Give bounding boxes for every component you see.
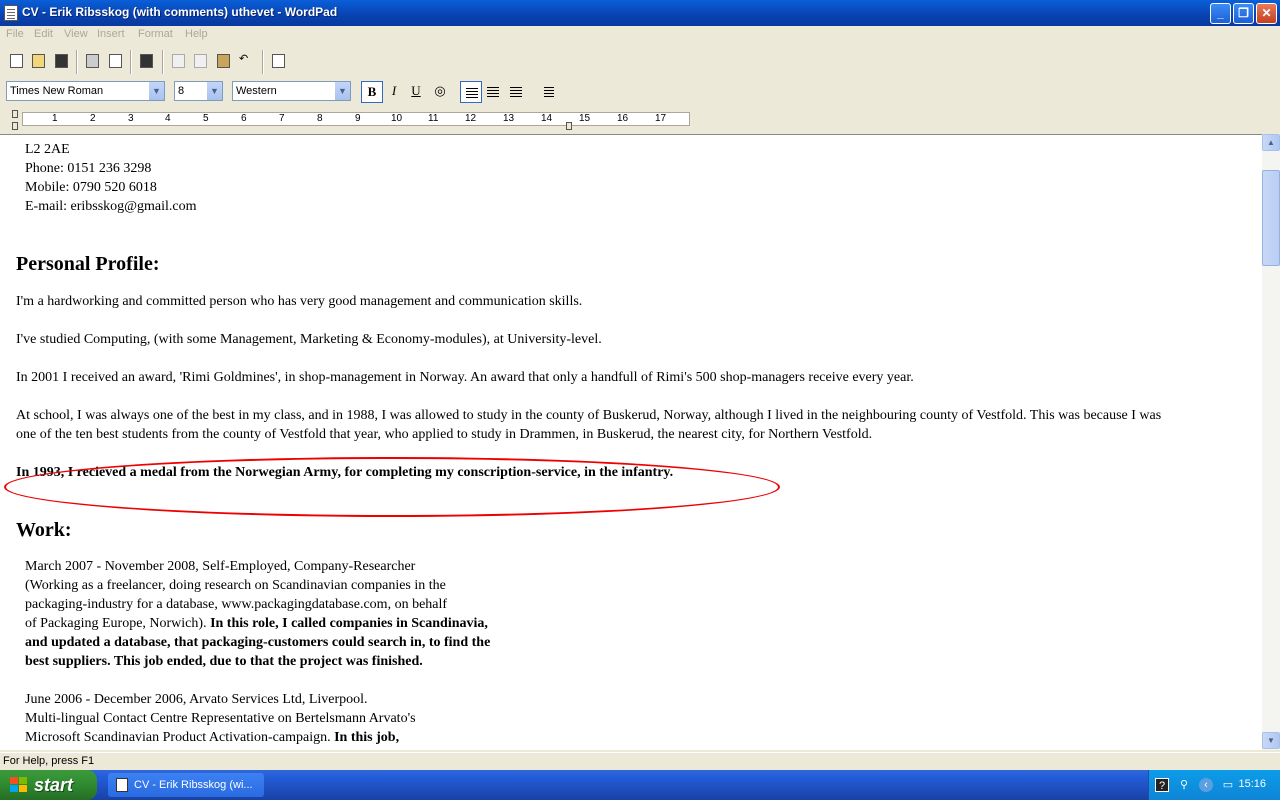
menu-format[interactable]: Format	[138, 28, 173, 40]
vertical-scrollbar[interactable]: ▲ ▼	[1262, 134, 1280, 750]
help-icon[interactable]: ?	[1155, 778, 1169, 792]
menu-file[interactable]: File	[6, 28, 24, 40]
job-line: Multi-lingual Contact Centre Representat…	[25, 711, 416, 726]
menu-edit[interactable]: Edit	[34, 28, 53, 40]
italic-button[interactable]: I	[383, 81, 405, 103]
speaker-icon[interactable]: ▭	[1221, 778, 1235, 792]
ruler-scale: 1 2 3 4 5 6 7 8 9 10 11 12 13 14 15 16 1…	[22, 112, 690, 126]
email-line: E-mail: eribsskog@gmail.com	[25, 199, 197, 214]
job-line: best suppliers. This job ended, due to t…	[25, 654, 423, 669]
maximize-button[interactable]: ❐	[1233, 3, 1254, 24]
taskbar-item-label: CV - Erik Ribsskog (wi...	[134, 779, 253, 791]
profile-paragraph: At school, I was always one of the best …	[16, 408, 1162, 423]
chevron-down-icon[interactable]: ▼	[148, 82, 164, 100]
job-line: March 2007 - November 2008, Self-Employe…	[25, 559, 416, 574]
font-name-value: Times New Roman	[10, 85, 104, 97]
undo-icon[interactable]: ↶	[239, 52, 257, 70]
script-value: Western	[236, 85, 277, 97]
standard-toolbar: ↶	[0, 46, 300, 76]
script-select[interactable]: Western ▼	[232, 81, 351, 101]
clock[interactable]: 15:16	[1238, 778, 1266, 790]
scroll-up-arrow-icon[interactable]: ▲	[1262, 134, 1280, 151]
profile-paragraph: one of the ten best students from the co…	[16, 427, 873, 442]
mobile-line: Mobile: 0790 520 6018	[25, 180, 157, 195]
scroll-down-arrow-icon[interactable]: ▼	[1262, 732, 1280, 749]
minimize-button[interactable]: _	[1210, 3, 1231, 24]
cut-icon[interactable]	[170, 52, 188, 70]
phone-line: Phone: 0151 236 3298	[25, 161, 152, 176]
network-icon[interactable]: ⚲	[1177, 778, 1191, 792]
taskbar-item-wordpad[interactable]: CV - Erik Ribsskog (wi...	[108, 773, 264, 797]
menu-view[interactable]: View	[64, 28, 88, 40]
status-text: For Help, press F1	[3, 755, 95, 767]
address-line: L2 2AE	[25, 142, 70, 157]
color-palette-icon[interactable]: ◎	[429, 81, 451, 103]
chevron-down-icon[interactable]: ▼	[206, 82, 222, 100]
new-document-icon[interactable]	[8, 52, 26, 70]
job-line: of Packaging Europe, Norwich). In this r…	[25, 616, 488, 631]
system-tray: ? ⚲ ‹ ▭ 15:16	[1148, 770, 1280, 800]
format-bar: Times New Roman ▼ 8 ▼ Western ▼ B I U ◎	[0, 77, 570, 105]
print-icon[interactable]	[84, 52, 102, 70]
align-right-icon[interactable]	[505, 81, 527, 103]
work-heading: Work:	[16, 519, 72, 541]
align-center-icon[interactable]	[482, 81, 504, 103]
profile-paragraph: I'm a hardworking and committed person w…	[16, 294, 583, 309]
wordpad-app-icon	[116, 778, 128, 792]
scrollbar-thumb[interactable]	[1262, 170, 1280, 266]
insert-date-time-icon[interactable]	[270, 52, 288, 70]
profile-heading: Personal Profile:	[16, 253, 160, 275]
open-folder-icon[interactable]	[30, 52, 48, 70]
first-line-indent-marker[interactable]	[12, 110, 18, 118]
close-button[interactable]: ✕	[1256, 3, 1277, 24]
menu-insert[interactable]: Insert	[97, 28, 125, 40]
window-title: CV - Erik Ribsskog (with comments) uthev…	[22, 5, 338, 19]
ruler[interactable]: 1 2 3 4 5 6 7 8 9 10 11 12 13 14 15 16 1…	[0, 108, 1280, 134]
taskbar: start CV - Erik Ribsskog (wi... ? ⚲ ‹ ▭ …	[0, 770, 1280, 800]
profile-paragraph-highlighted: In 1993, I recieved a medal from the Nor…	[16, 465, 674, 480]
menu-bar: File Edit View Insert Format Help	[0, 26, 1280, 44]
start-button[interactable]: start	[0, 770, 97, 800]
profile-paragraph: I've studied Computing, (with some Manag…	[16, 332, 602, 347]
underline-button[interactable]: U	[405, 81, 427, 103]
print-preview-icon[interactable]	[107, 52, 125, 70]
status-bar: For Help, press F1	[0, 752, 1280, 770]
job-line: and updated a database, that packaging-c…	[25, 635, 491, 650]
wordpad-app-icon[interactable]	[4, 5, 18, 21]
font-size-select[interactable]: 8 ▼	[174, 81, 223, 101]
job-line: packaging-industry for a database, www.p…	[25, 597, 448, 612]
profile-paragraph: In 2001 I received an award, 'Rimi Goldm…	[16, 370, 914, 385]
font-name-select[interactable]: Times New Roman ▼	[6, 81, 165, 101]
start-label: start	[34, 775, 74, 795]
find-binoculars-icon[interactable]	[138, 52, 156, 70]
align-left-icon[interactable]	[460, 81, 482, 103]
save-disk-icon[interactable]	[53, 52, 71, 70]
document-area[interactable]: L2 2AE Phone: 0151 236 3298 Mobile: 0790…	[0, 134, 1262, 750]
windows-logo-icon	[10, 777, 28, 793]
chevron-left-icon[interactable]: ‹	[1199, 778, 1213, 792]
job-line: (Working as a freelancer, doing research…	[25, 578, 446, 593]
bold-button[interactable]: B	[361, 81, 383, 103]
job-line: June 2006 - December 2006, Arvato Servic…	[25, 692, 368, 707]
title-bar: CV - Erik Ribsskog (with comments) uthev…	[0, 0, 1280, 26]
job-line: Microsoft Scandinavian Product Activatio…	[25, 730, 400, 745]
font-size-value: 8	[178, 85, 185, 97]
paste-icon[interactable]	[215, 52, 233, 70]
chevron-down-icon[interactable]: ▼	[334, 82, 350, 100]
menu-help[interactable]: Help	[185, 28, 208, 40]
right-indent-marker[interactable]	[566, 122, 572, 130]
copy-icon[interactable]	[192, 52, 210, 70]
left-indent-marker[interactable]	[12, 122, 18, 130]
bullets-icon[interactable]	[536, 81, 558, 103]
